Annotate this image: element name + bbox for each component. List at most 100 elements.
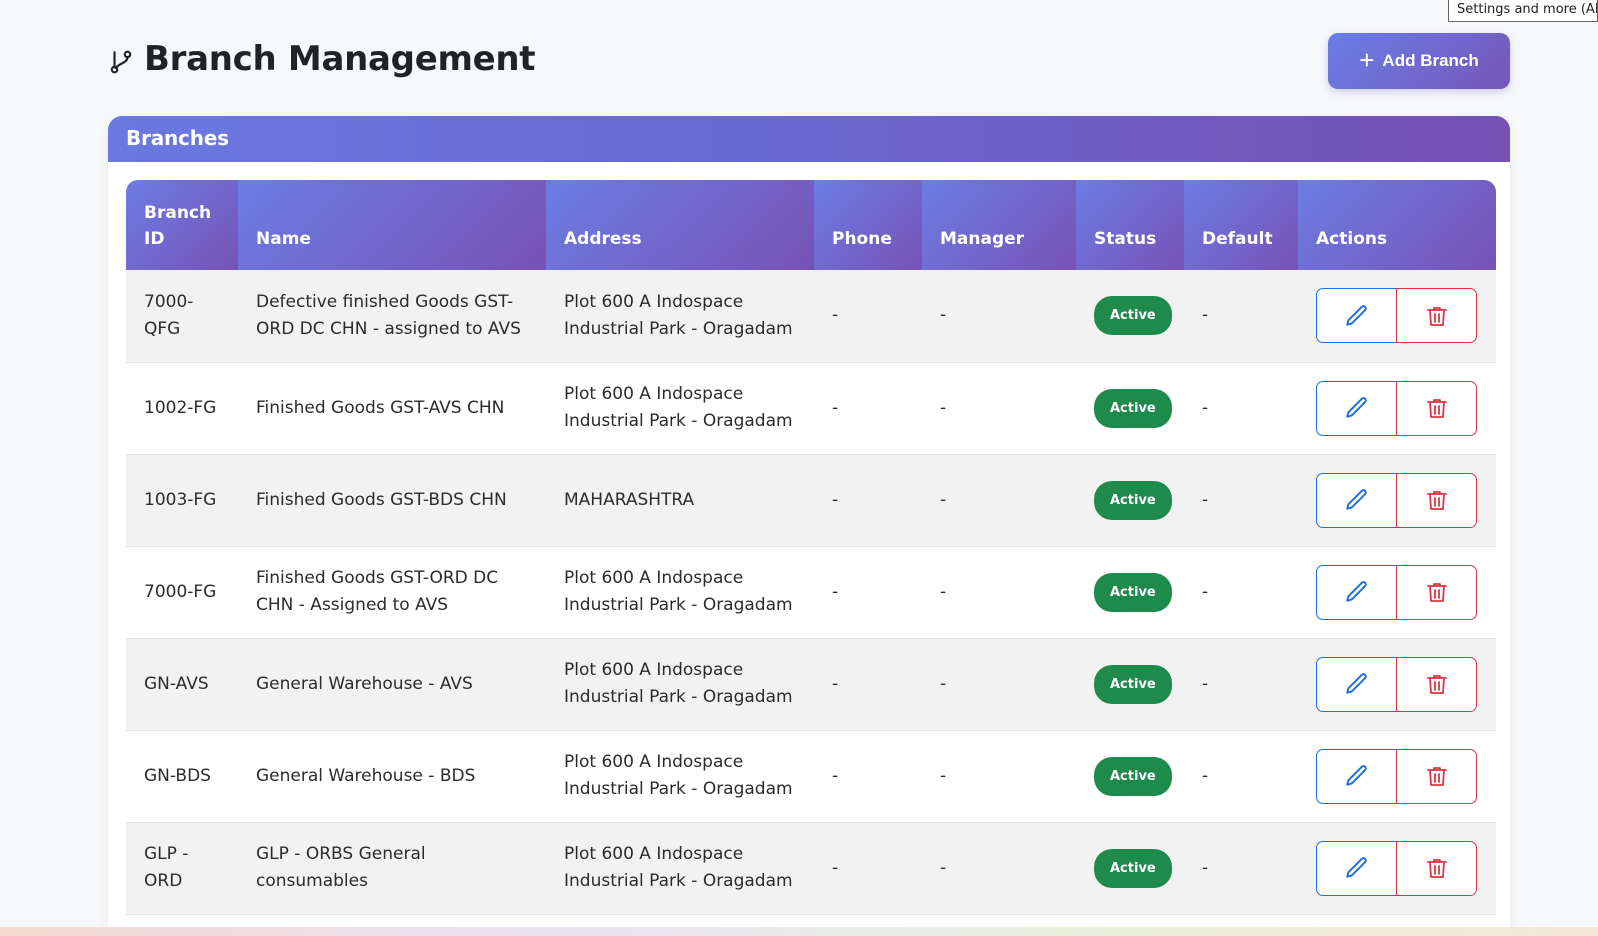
branches-card: Branches Branch ID Name Address Phone Ma…: [108, 116, 1510, 936]
edit-button[interactable]: [1316, 748, 1397, 804]
pencil-icon: [1345, 397, 1367, 418]
git-branch-icon: [110, 50, 132, 74]
add-branch-button[interactable]: + Add Branch: [1328, 33, 1510, 89]
trash-icon: [1426, 767, 1447, 786]
delete-button[interactable]: [1396, 472, 1477, 528]
cell-status: Active: [1076, 362, 1184, 454]
header-branch-id[interactable]: Branch ID: [126, 180, 238, 270]
cell-status: Active: [1076, 638, 1184, 730]
cell-phone: -: [832, 489, 839, 510]
table-row[interactable]: GLP - ORD GLP - ORBS General consumables…: [126, 822, 1496, 914]
cell-default: -: [1202, 305, 1209, 326]
cell-address: Plot 600 A Indospace Industrial Park - O…: [564, 660, 793, 707]
table-row[interactable]: GN-AVS General Warehouse - AVS Plot 600 …: [126, 638, 1496, 730]
cell-address: Plot 600 A Indospace Industrial Park - O…: [564, 384, 793, 431]
trash-icon: [1426, 399, 1447, 418]
cell-status: Active: [1076, 270, 1184, 362]
cell-branch-id: GLP - ORD: [144, 844, 189, 891]
header-default[interactable]: Default: [1184, 180, 1298, 270]
table-row[interactable]: GN-BDS General Warehouse - BDS Plot 600 …: [126, 730, 1496, 822]
cell-name: Finished Goods GST-ORD DC CHN - Assigned…: [256, 568, 499, 615]
header-phone[interactable]: Phone: [814, 180, 922, 270]
plus-icon: +: [1359, 45, 1375, 75]
card-title: Branches: [108, 116, 1510, 162]
cell-name: Finished Goods GST-BDS CHN: [256, 489, 507, 510]
cell-phone: -: [832, 581, 839, 602]
header-name[interactable]: Name: [238, 180, 546, 270]
cell-branch-id: GN-BDS: [144, 765, 211, 786]
delete-button[interactable]: [1396, 564, 1477, 620]
cell-branch-id: 1002-FG: [144, 397, 217, 418]
cell-address: Plot 600 A Indospace Industrial Park - O…: [564, 844, 793, 891]
cell-branch-id: 7000-FG: [144, 581, 217, 602]
cell-name: GLP - ORBS General consumables: [256, 844, 426, 891]
cell-default: -: [1202, 765, 1209, 786]
edit-button[interactable]: [1316, 656, 1397, 712]
row-actions: [1316, 748, 1478, 804]
status-badge: Active: [1094, 296, 1172, 336]
edit-button[interactable]: [1316, 380, 1397, 436]
cell-default: -: [1202, 857, 1209, 878]
cell-name: General Warehouse - AVS: [256, 673, 473, 694]
cell-name: Defective finished Goods GST-ORD DC CHN …: [256, 291, 521, 339]
row-actions: [1316, 288, 1478, 344]
cell-status: Active: [1076, 730, 1184, 822]
header-status[interactable]: Status: [1076, 180, 1184, 270]
pencil-icon: [1345, 489, 1367, 510]
delete-button[interactable]: [1396, 748, 1477, 804]
cell-address: Plot 600 A Indospace Industrial Park - O…: [564, 568, 793, 615]
cell-default: -: [1202, 489, 1209, 510]
edit-button[interactable]: [1316, 288, 1397, 344]
cell-status: Active: [1076, 546, 1184, 638]
edit-button[interactable]: [1316, 472, 1397, 528]
trash-icon: [1426, 675, 1447, 694]
cell-phone: -: [832, 765, 839, 786]
row-actions: [1316, 380, 1478, 436]
status-badge: Active: [1094, 388, 1172, 428]
pencil-icon: [1345, 581, 1367, 602]
header-address[interactable]: Address: [546, 180, 814, 270]
row-actions: [1316, 472, 1478, 528]
table-row[interactable]: 7000-FG Finished Goods GST-ORD DC CHN - …: [126, 546, 1496, 638]
status-badge: Active: [1094, 480, 1172, 520]
trash-icon: [1426, 306, 1447, 326]
status-badge: Active: [1094, 572, 1172, 612]
cell-address: Plot 600 A Indospace Industrial Park - O…: [564, 291, 793, 339]
cell-branch-id: GN-AVS: [144, 673, 209, 694]
cell-name: Finished Goods GST-AVS CHN: [256, 397, 505, 418]
header-actions: Actions: [1298, 180, 1496, 270]
status-badge: Active: [1094, 756, 1172, 796]
taskbar-strip: [0, 927, 1598, 936]
table-header-row: Branch ID Name Address Phone Manager Sta…: [126, 180, 1496, 270]
cell-branch-id: 1003-FG: [144, 489, 217, 510]
trash-icon: [1426, 859, 1447, 878]
row-actions: [1316, 840, 1478, 896]
cell-name: General Warehouse - BDS: [256, 765, 476, 786]
table-row[interactable]: 1002-FG Finished Goods GST-AVS CHN Plot …: [126, 362, 1496, 454]
trash-icon: [1426, 583, 1447, 602]
header-manager[interactable]: Manager: [922, 180, 1076, 270]
status-badge: Active: [1094, 664, 1172, 704]
status-badge: Active: [1094, 848, 1172, 888]
table-row[interactable]: 7000-QFG Defective finished Goods GST-OR…: [126, 270, 1496, 362]
cell-phone: -: [832, 857, 839, 878]
row-actions: [1316, 656, 1478, 712]
table-row[interactable]: 1003-FG Finished Goods GST-BDS CHN MAHAR…: [126, 454, 1496, 546]
cell-address: Plot 600 A Indospace Industrial Park - O…: [564, 752, 793, 799]
delete-button[interactable]: [1396, 288, 1477, 344]
cell-actions: [1298, 270, 1496, 362]
edit-button[interactable]: [1316, 840, 1397, 896]
cell-status: Active: [1076, 822, 1184, 914]
delete-button[interactable]: [1396, 656, 1477, 712]
cell-branch-id: 7000-QFG: [144, 291, 194, 339]
cell-default: -: [1202, 397, 1209, 418]
title-wrap: Branch Management: [108, 36, 536, 82]
pencil-icon: [1345, 765, 1367, 786]
delete-button[interactable]: [1396, 380, 1477, 436]
page-title: Branch Management: [144, 39, 536, 79]
cell-actions: [1298, 362, 1496, 454]
edit-button[interactable]: [1316, 564, 1397, 620]
delete-button[interactable]: [1396, 840, 1477, 896]
add-branch-label: Add Branch: [1382, 51, 1479, 70]
cell-actions: [1298, 546, 1496, 638]
